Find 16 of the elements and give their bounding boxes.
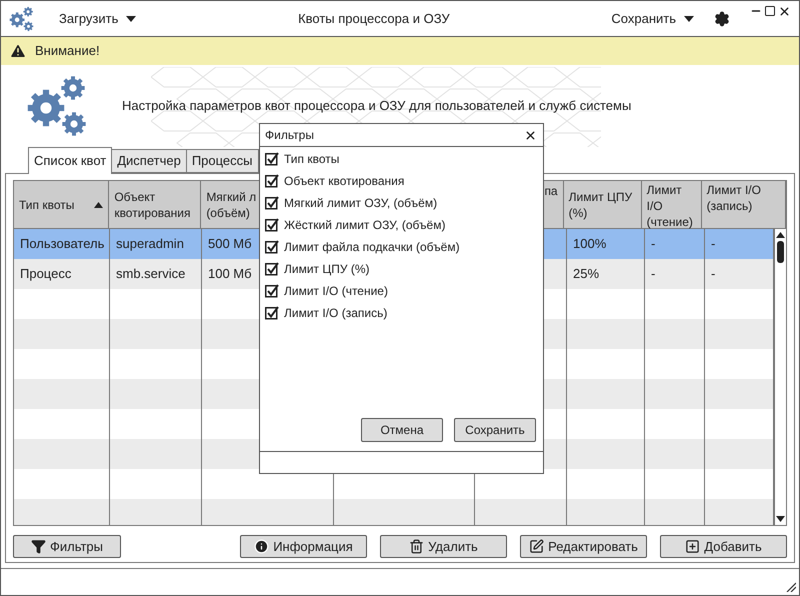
table-cell-text: Процесс xyxy=(20,265,72,284)
table-cell-text: - xyxy=(651,265,656,284)
page-heading: Настройка параметров квот процессора и ОЗУ для пользователей и служб системы xyxy=(122,96,632,115)
table-cell-text: superadmin xyxy=(116,235,184,254)
window-title: Квоты процессора и ОЗУ xyxy=(298,10,450,28)
table-cell-text: smb.service xyxy=(116,265,186,284)
table-cell-text: - xyxy=(651,235,656,254)
table-cell-text: - xyxy=(711,235,716,254)
table-cell-text: - xyxy=(711,265,716,284)
dialog-title: Фильтры xyxy=(265,127,314,144)
table-cell-text: 100 Мб xyxy=(208,265,252,284)
table-cell-text: 500 Мб xyxy=(208,235,252,254)
table-cell-text: 25% xyxy=(573,265,600,284)
table-cell-text: 100% xyxy=(573,235,606,254)
warning-text: Внимание! xyxy=(35,42,100,60)
table-cell-text: Пользователь xyxy=(20,235,104,254)
